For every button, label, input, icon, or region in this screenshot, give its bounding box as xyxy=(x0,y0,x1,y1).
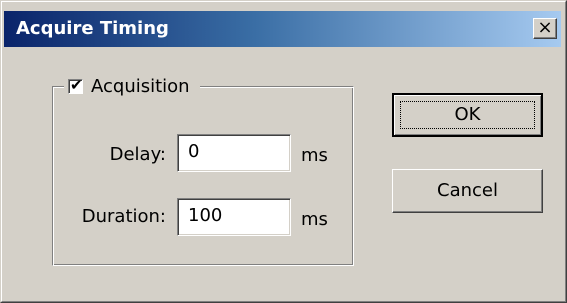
cancel-button[interactable]: Cancel xyxy=(392,169,543,213)
ok-button[interactable]: OK xyxy=(392,93,543,137)
delay-unit-label: ms xyxy=(301,145,328,166)
checkmark-icon: ✔ xyxy=(70,75,83,94)
title-bar[interactable]: Acquire Timing × xyxy=(4,11,561,47)
acquire-timing-dialog: Acquire Timing × ✔ Acquisition Delay: 0 … xyxy=(0,0,567,303)
acquisition-label[interactable]: Acquisition xyxy=(91,76,190,97)
cancel-button-label: Cancel xyxy=(437,180,498,201)
delay-label: Delay: xyxy=(109,144,166,165)
acquisition-checkbox[interactable]: ✔ xyxy=(68,75,83,94)
acquisition-group xyxy=(52,86,354,266)
duration-input[interactable]: 100 xyxy=(177,198,291,236)
duration-unit-label: ms xyxy=(301,209,328,230)
delay-input[interactable]: 0 xyxy=(177,134,291,172)
close-button[interactable]: × xyxy=(533,18,557,39)
close-icon: × xyxy=(537,17,553,38)
acquisition-group-header: ✔ Acquisition xyxy=(64,73,200,99)
duration-label: Duration: xyxy=(81,206,166,227)
window-title: Acquire Timing xyxy=(16,18,169,39)
ok-button-label: OK xyxy=(454,104,481,125)
